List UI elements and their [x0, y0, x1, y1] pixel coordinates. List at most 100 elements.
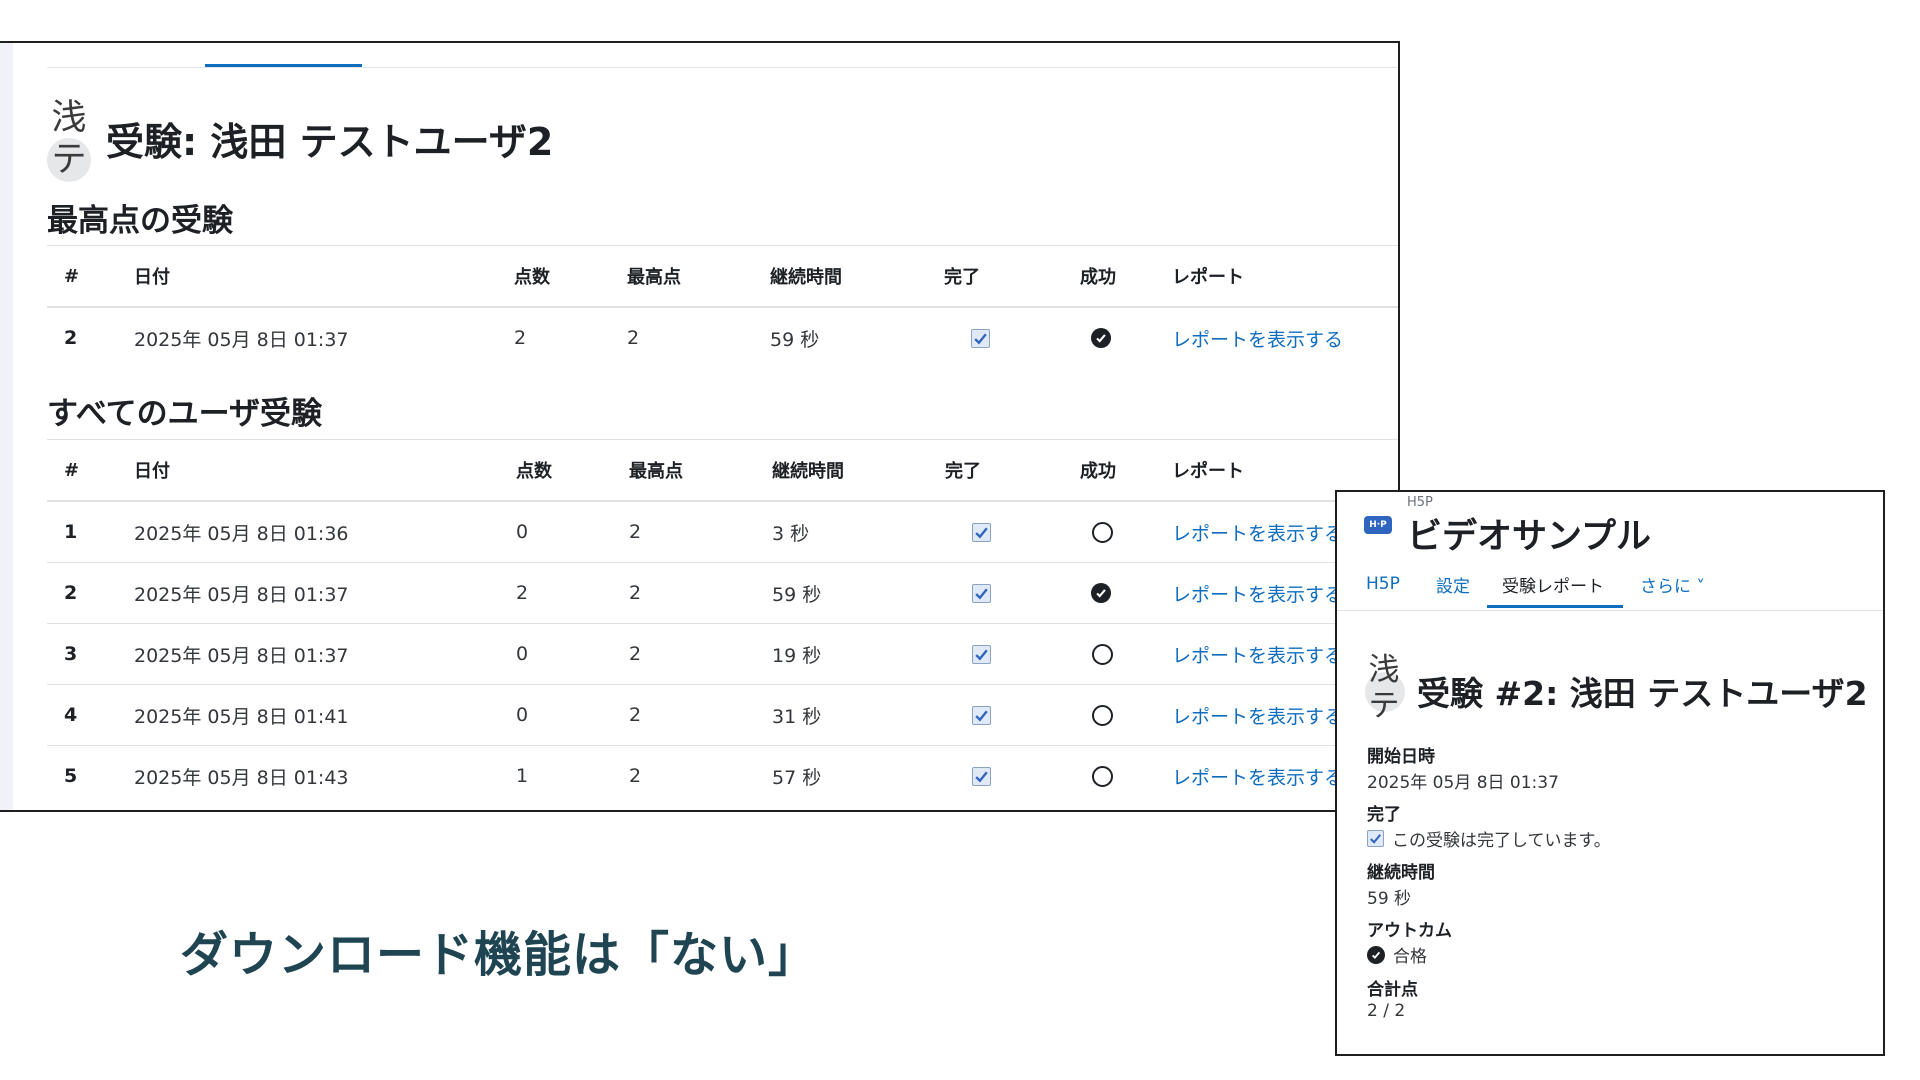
attempt-date: 2025年 05月 8日 01:36 [134, 522, 349, 545]
col-header-duration[interactable]: 継続時間 [772, 440, 844, 500]
table-row: 4 2025年 05月 8日 01:41 0 2 31 秒 レポートを表示する [47, 685, 1398, 746]
view-report-link[interactable]: レポートを表示する [1172, 624, 1343, 684]
col-header-num[interactable]: # [64, 246, 79, 306]
left-drawer-edge [0, 43, 13, 810]
col-header-duration[interactable]: 継続時間 [770, 246, 842, 306]
col-header-completed[interactable]: 完了 [945, 440, 981, 500]
attempt-date: 2025年 05月 8日 01:37 [134, 583, 349, 606]
attempt-number: 1 [64, 521, 78, 543]
active-tab-indicator [1487, 605, 1623, 608]
attempt-date: 2025年 05月 8日 01:37 [134, 644, 349, 667]
outcome-text: 合格 [1393, 947, 1427, 967]
failure-circle-icon [1092, 624, 1113, 684]
pass-check-icon [1367, 945, 1385, 964]
attempt-duration: 57 秒 [772, 766, 822, 789]
attempt-report-screenshot: H·P H5P ビデオサンプル H5P 設定 受験レポート さらに ˅ 浅テ 受… [1335, 490, 1885, 1056]
table-row: 3 2025年 05月 8日 01:37 0 2 19 秒 レポートを表示する [47, 624, 1398, 685]
attempt-date: 2025年 05月 8日 01:37 [134, 328, 349, 351]
view-report-link[interactable]: レポートを表示する [1172, 308, 1343, 368]
completed-check-icon [971, 308, 990, 368]
active-tab-indicator [205, 64, 362, 67]
col-header-score[interactable]: 点数 [514, 246, 550, 306]
attempt-duration: 3 秒 [772, 522, 810, 545]
table-row: 5 2025年 05月 8日 01:43 1 2 57 秒 レポートを表示する [47, 746, 1398, 806]
col-header-date[interactable]: 日付 [134, 440, 170, 500]
view-report-link[interactable]: レポートを表示する [1172, 502, 1343, 562]
attempt-max-score: 2 [627, 327, 640, 349]
attempt-max-score: 2 [629, 643, 642, 665]
duration-text: 59 秒 [1367, 889, 1412, 909]
attempt-score: 2 [516, 582, 529, 604]
attempt-duration: 31 秒 [772, 705, 822, 728]
completed-check-icon [972, 746, 991, 806]
total-score-text: 2 / 2 [1367, 1001, 1406, 1021]
tab-more[interactable]: さらに ˅ [1640, 560, 1705, 608]
success-check-icon [1091, 308, 1111, 368]
secondary-nav: H5P 設定 受験レポート さらに ˅ [1337, 560, 1883, 611]
module-title: ビデオサンプル [1407, 517, 1651, 557]
all-attempts-table: # 日付 点数 最高点 継続時間 完了 成功 レポート 1 2025年 05月 … [47, 439, 1398, 806]
table-header: # 日付 点数 最高点 継続時間 完了 成功 レポート [47, 439, 1398, 502]
tab-settings[interactable]: 設定 [1436, 560, 1470, 608]
tab-bar-divider [47, 67, 1398, 68]
all-attempts-heading: すべてのユーザ受験 [47, 396, 322, 432]
col-header-max[interactable]: 最高点 [627, 246, 681, 306]
completed-check-icon [972, 685, 991, 745]
attempt-max-score: 2 [629, 582, 642, 604]
best-attempt-heading: 最高点の受験 [47, 203, 233, 239]
failure-circle-icon [1092, 685, 1113, 745]
failure-circle-icon [1092, 502, 1113, 562]
table-header: # 日付 点数 最高点 継続時間 完了 成功 レポート [47, 245, 1398, 308]
start-date-text: 2025年 05月 8日 01:37 [1367, 773, 1559, 793]
attempts-screenshot: 浅テ 受験: 浅田 テストユーザ2 最高点の受験 # 日付 点数 最高点 継続時… [0, 41, 1400, 812]
completed-text: この受験は完了しています。 [1392, 831, 1611, 851]
tab-attempt-reports[interactable]: 受験レポート [1502, 560, 1604, 608]
table-row: 2 2025年 05月 8日 01:37 2 2 59 秒 レポートを表示する [47, 563, 1398, 624]
col-header-success[interactable]: 成功 [1080, 440, 1116, 500]
col-header-report: レポート [1172, 461, 1244, 482]
col-header-report: レポート [1172, 267, 1244, 288]
attempt-number: 2 [64, 327, 78, 349]
attempt-title: 受験 #2: 浅田 テストユーザ2 [1417, 674, 1868, 713]
completed-label: 完了 [1367, 805, 1401, 825]
slide-caption: ダウンロード機能は「ない」 [180, 927, 818, 983]
total-score-value: 2 / 2 [1367, 1001, 1405, 1021]
success-check-icon [1091, 563, 1111, 623]
col-header-success[interactable]: 成功 [1080, 246, 1116, 306]
attempt-number: 2 [64, 582, 78, 604]
attempt-score: 0 [516, 643, 529, 665]
attempt-max-score: 2 [629, 765, 642, 787]
completed-check-icon [972, 502, 991, 562]
attempt-date: 2025年 05月 8日 01:43 [134, 766, 349, 789]
tab-h5p[interactable]: H5P [1366, 560, 1400, 608]
attempt-score: 2 [514, 327, 527, 349]
attempt-duration: 59 秒 [772, 583, 822, 606]
h5p-module-icon: H·P [1364, 516, 1392, 534]
table-row: 1 2025年 05月 8日 01:36 0 2 3 秒 レポートを表示する [47, 502, 1398, 563]
attempt-max-score: 2 [629, 704, 642, 726]
col-header-score[interactable]: 点数 [516, 440, 552, 500]
outcome-label: アウトカム [1367, 921, 1452, 941]
attempt-date: 2025年 05月 8日 01:41 [134, 705, 349, 728]
col-header-date[interactable]: 日付 [134, 246, 170, 306]
attempt-number: 4 [64, 704, 78, 726]
avatar-initials: 浅テ [1368, 652, 1400, 724]
completed-value: この受験は完了しています。 [1367, 826, 1611, 851]
view-report-link[interactable]: レポートを表示する [1172, 685, 1343, 745]
duration-label: 継続時間 [1367, 863, 1435, 883]
attempt-number: 3 [64, 643, 78, 665]
start-date-value: 2025年 05月 8日 01:37 [1367, 768, 1559, 793]
attempt-score: 1 [516, 765, 529, 787]
completed-check-icon [972, 563, 991, 623]
completed-check-icon [1367, 830, 1384, 847]
col-header-completed[interactable]: 完了 [944, 246, 980, 306]
completed-check-icon [972, 624, 991, 684]
total-score-label: 合計点 [1367, 980, 1418, 1000]
attempt-number: 5 [64, 765, 78, 787]
col-header-max[interactable]: 最高点 [629, 440, 683, 500]
page-title: 受験: 浅田 テストユーザ2 [106, 120, 554, 164]
start-date-label: 開始日時 [1367, 747, 1435, 767]
view-report-link[interactable]: レポートを表示する [1172, 746, 1343, 806]
view-report-link[interactable]: レポートを表示する [1172, 563, 1343, 623]
col-header-num[interactable]: # [64, 440, 79, 500]
